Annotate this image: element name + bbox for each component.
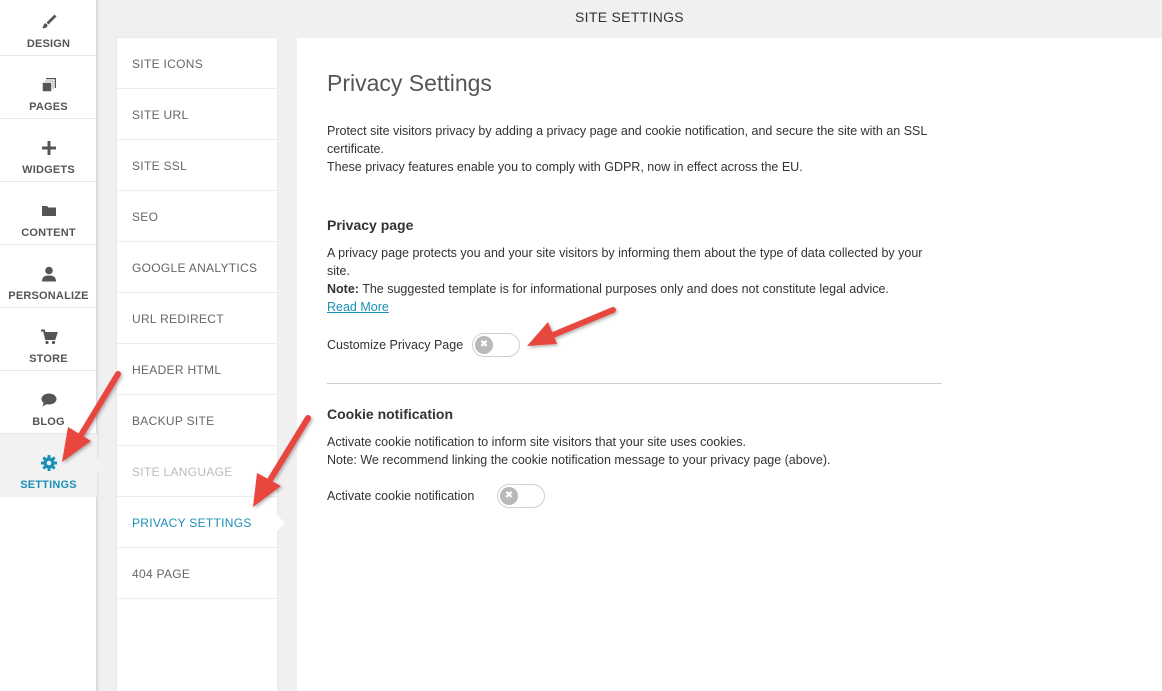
nav-item-design[interactable]: DESIGN — [0, 0, 97, 56]
nav-item-label: PERSONALIZE — [8, 290, 89, 302]
nav-item-label: PAGES — [29, 101, 68, 113]
close-icon: ✖ — [504, 490, 514, 501]
gear-icon — [0, 454, 97, 472]
nav-item-label: DESIGN — [26, 38, 71, 50]
menu-item-site-language: SITE LANGUAGE — [117, 446, 277, 497]
plus-icon — [0, 139, 97, 157]
activate-cookie-label: Activate cookie notification — [327, 489, 475, 503]
privacy-page-heading: Privacy page — [327, 217, 414, 233]
nav-item-label: SETTINGS — [20, 479, 77, 491]
menu-item-backup-site[interactable]: BACKUP SITE — [117, 395, 277, 446]
customize-privacy-toggle[interactable]: ✖ — [472, 333, 520, 357]
menu-item-site-icons[interactable]: SITE ICONS — [117, 38, 277, 89]
intro-text-2: These privacy features enable you to com… — [327, 160, 803, 174]
cart-icon — [0, 328, 97, 346]
privacy-settings-panel: Privacy Settings Protect site visitors p… — [297, 38, 1162, 691]
menu-item-google-analytics[interactable]: GOOGLE ANALYTICS — [117, 242, 277, 293]
nav-item-label: CONTENT — [21, 227, 76, 239]
toggle-knob: ✖ — [500, 487, 518, 505]
privacy-page-note: Note: The suggested template is for info… — [327, 280, 942, 298]
menu-item-privacy-settings[interactable]: PRIVACY SETTINGS — [117, 497, 285, 548]
nav-item-store[interactable]: STORE — [0, 308, 97, 371]
section-heading: Privacy Settings — [327, 70, 492, 96]
nav-item-label: STORE — [29, 353, 68, 365]
chat-bubble-icon — [0, 391, 97, 409]
toggle-knob: ✖ — [475, 336, 493, 354]
pages-icon — [0, 76, 97, 94]
cookie-notification-heading: Cookie notification — [327, 406, 453, 422]
menu-item-url-redirect[interactable]: URL REDIRECT — [117, 293, 277, 344]
nav-item-widgets[interactable]: WIDGETS — [0, 119, 97, 182]
app-sidebar: DESIGN PAGES WIDGETS CONTENT PERSONALIZE… — [0, 0, 105, 691]
nav-item-personalize[interactable]: PERSONALIZE — [0, 245, 97, 308]
privacy-page-description: A privacy page protects you and your sit… — [327, 246, 923, 278]
cookie-description: Activate cookie notification to inform s… — [327, 435, 746, 449]
note-text: The suggested template is for informatio… — [358, 282, 889, 296]
close-icon: ✖ — [479, 339, 489, 350]
note-label: Note: — [327, 282, 359, 296]
nav-item-pages[interactable]: PAGES — [0, 56, 97, 119]
folder-icon — [0, 202, 97, 220]
menu-item-seo[interactable]: SEO — [117, 191, 277, 242]
nav-item-label: BLOG — [32, 416, 65, 428]
nav-item-content[interactable]: CONTENT — [0, 182, 97, 245]
menu-item-404-page[interactable]: 404 PAGE — [117, 548, 277, 599]
nav-item-blog[interactable]: BLOG — [0, 371, 97, 434]
activate-cookie-toggle[interactable]: ✖ — [497, 484, 545, 508]
menu-item-site-url[interactable]: SITE URL — [117, 89, 277, 140]
paintbrush-icon — [0, 13, 97, 31]
customize-privacy-label: Customize Privacy Page — [327, 338, 464, 352]
menu-item-header-html[interactable]: HEADER HTML — [117, 344, 277, 395]
cookie-note: Note: We recommend linking the cookie no… — [327, 453, 831, 467]
nav-item-settings[interactable]: SETTINGS — [0, 434, 105, 497]
read-more-link[interactable]: Read More — [327, 298, 389, 316]
person-icon — [0, 265, 97, 283]
page-title: SITE SETTINGS — [575, 9, 684, 25]
menu-item-site-ssl[interactable]: SITE SSL — [117, 140, 277, 191]
section-divider — [327, 383, 942, 384]
intro-text: Protect site visitors privacy by adding … — [327, 124, 927, 156]
settings-menu: SITE ICONS SITE URL SITE SSL SEO GOOGLE … — [117, 38, 285, 691]
nav-item-label: WIDGETS — [22, 164, 75, 176]
